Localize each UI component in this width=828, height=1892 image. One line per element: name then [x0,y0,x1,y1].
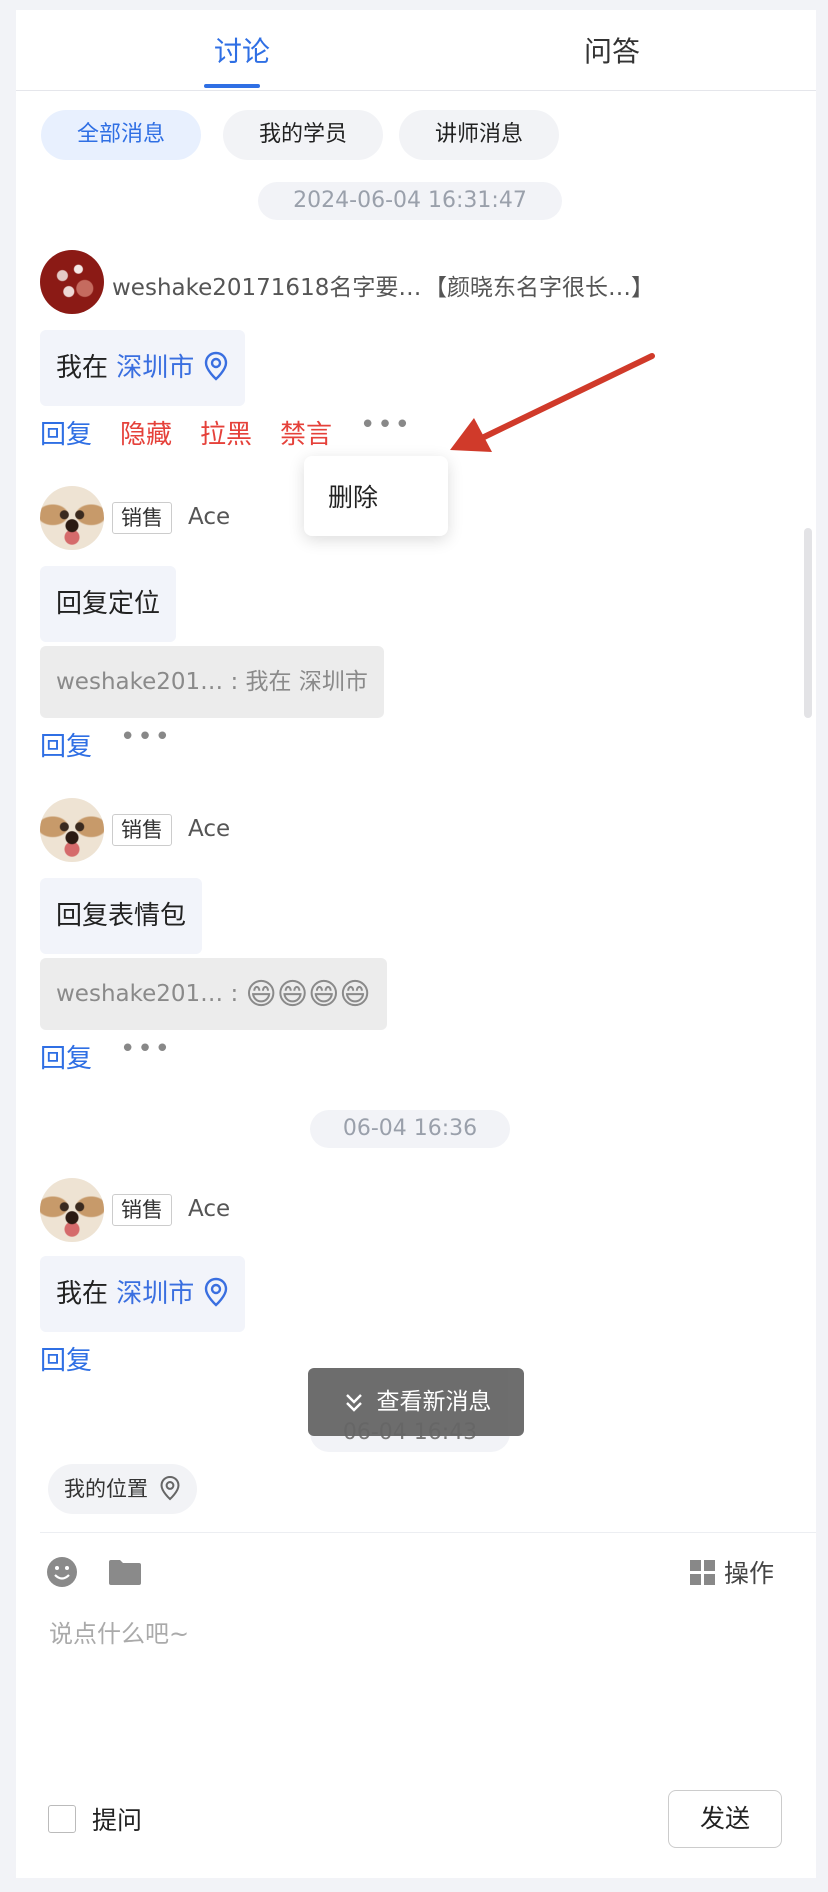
quoted-message[interactable]: weshake201… : 😄😄😄😄 [40,958,387,1030]
avatar[interactable] [40,1178,104,1242]
reply-button[interactable]: 回复 [40,726,92,763]
send-button[interactable]: 发送 [668,1790,782,1848]
avatar[interactable] [40,798,104,862]
message-text: 回复表情包 [56,901,187,931]
reply-button[interactable]: 回复 [40,414,92,451]
message-bubble: 我在 深圳市 [40,330,245,406]
block-button[interactable]: 拉黑 [200,414,252,451]
folder-icon[interactable] [108,1558,142,1586]
tab-qa[interactable]: 问答 [562,30,662,70]
arrow-annotation [450,353,655,452]
filter-all-messages[interactable]: 全部消息 [41,110,201,160]
operate-button[interactable]: 操作 [690,1554,774,1590]
more-button[interactable]: ••• [360,410,412,440]
ask-question-label: 提问 [92,1806,143,1835]
message-bubble: 回复表情包 [40,878,203,954]
location-text: 深圳市 [116,1279,195,1309]
my-location-chip[interactable]: 我的位置 [48,1464,197,1514]
location-pin-icon [204,351,227,381]
my-location-label: 我的位置 [64,1477,148,1501]
quote-author: weshake201… : [56,981,239,1007]
avatar[interactable] [40,486,104,550]
timestamp: 06-04 16:36 [310,1110,510,1148]
tab-discussion[interactable]: 讨论 [202,30,282,70]
message-input[interactable]: 说点什么吧~ [49,1614,189,1649]
filter-lecturer-messages[interactable]: 讲师消息 [399,110,559,160]
smiley-icon[interactable] [46,1556,78,1588]
grid-icon [690,1560,715,1585]
user-name: Ace [188,1196,231,1222]
more-button[interactable]: ••• [120,1034,172,1064]
message-text: 我在 [56,353,109,383]
chat-panel: 讨论 问答 全部消息 我的学员 讲师消息 2024-06-04 16:31:47… [16,10,816,1878]
reply-button[interactable]: 回复 [40,1038,92,1075]
quoted-message[interactable]: weshake201… : 我在 深圳市 [40,646,384,718]
location-link[interactable]: 深圳市 [116,1277,228,1309]
scrollbar[interactable] [804,528,812,718]
more-button[interactable]: ••• [120,722,172,752]
hide-button[interactable]: 隐藏 [120,414,172,451]
composer-divider [40,1532,816,1533]
user-name: Ace [188,504,231,530]
location-text: 深圳市 [116,353,195,383]
message-text: 回复定位 [56,589,161,619]
chevron-double-down-icon [345,1393,362,1412]
role-tag: 销售 [112,502,172,534]
delete-menu-item[interactable]: 删除 [328,478,378,514]
mute-button[interactable]: 禁言 [280,414,332,451]
user-name: weshake20171618名字要… [112,275,422,301]
message-bubble: 回复定位 [40,566,177,642]
operate-label: 操作 [724,1559,775,1588]
role-tag: 销售 [112,814,172,846]
new-messages-toast[interactable]: 查看新消息 [308,1368,524,1436]
location-pin-icon [204,1277,227,1307]
tab-bar: 讨论 问答 [16,10,816,91]
avatar[interactable] [40,250,104,314]
location-pin-icon [160,1475,180,1501]
group-name: 【颜晓东名字很长…】 [424,275,654,301]
message-bubble: 我在 深圳市 [40,1256,245,1332]
filter-my-students[interactable]: 我的学员 [223,110,383,160]
toast-label: 查看新消息 [376,1389,492,1415]
role-tag: 销售 [112,1194,172,1226]
quote-emoji: 😄😄😄😄 [245,977,371,1012]
reply-button[interactable]: 回复 [40,1340,92,1377]
ask-question-checkbox[interactable] [48,1805,76,1833]
timestamp: 2024-06-04 16:31:47 [258,182,562,220]
active-tab-indicator [204,84,260,88]
message-text: 我在 [56,1279,109,1309]
context-menu: 删除 [304,456,448,536]
location-link[interactable]: 深圳市 [116,351,228,383]
user-name: Ace [188,816,231,842]
